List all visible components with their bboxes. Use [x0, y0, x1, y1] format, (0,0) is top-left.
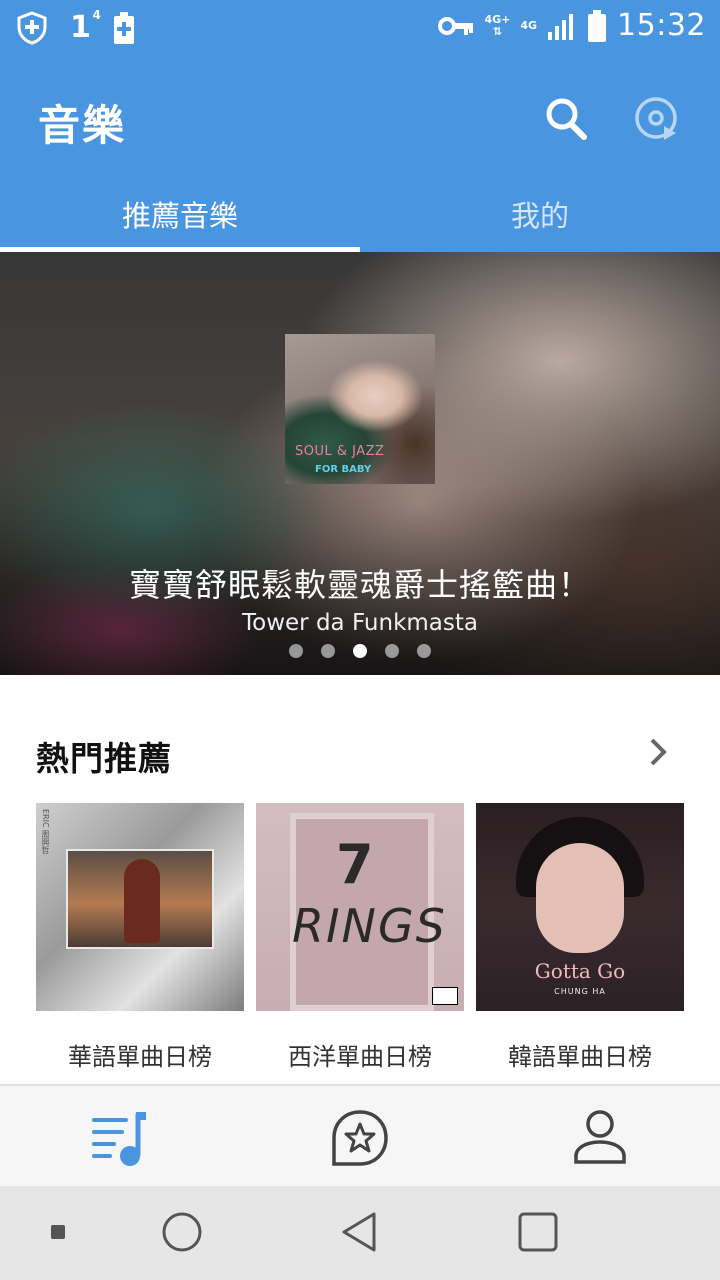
- playlist-label: 西洋單曲日榜: [288, 1043, 432, 1071]
- recents-square-icon: [518, 1212, 558, 1252]
- cover-text: CHUNG HA: [554, 987, 606, 996]
- network-4g-plus: 4G+ ⇅: [484, 12, 511, 38]
- carousel-dots: [0, 644, 720, 658]
- status-time: 15:32: [617, 8, 706, 43]
- carousel-dot[interactable]: [417, 644, 431, 658]
- user-icon: [574, 1110, 626, 1164]
- vpn-key-icon: [438, 16, 474, 35]
- app-bar: 音樂: [0, 56, 720, 184]
- playlist-label: 華語單曲日榜: [68, 1043, 212, 1071]
- signal-icon: [548, 13, 574, 40]
- system-recents-button[interactable]: [514, 1208, 562, 1256]
- square-dot-icon: [51, 1225, 65, 1239]
- banner-artist: Tower da Funkmasta: [242, 610, 478, 636]
- tab-recommended[interactable]: 推薦音樂: [0, 184, 360, 252]
- search-icon: [546, 98, 587, 140]
- system-menu-button[interactable]: [34, 1208, 82, 1256]
- page-title: 音樂: [38, 101, 127, 150]
- cover-side-text: ERIC 周興哲: [41, 809, 50, 855]
- cover-text: Gotta Go: [534, 959, 626, 983]
- status-bar: 14 4G+ ⇅ 4G 15:32: [0, 0, 720, 56]
- back-triangle-icon: [342, 1212, 376, 1252]
- carousel-dot[interactable]: [321, 644, 335, 658]
- carousel-dot-active[interactable]: [353, 644, 367, 658]
- battery-icon: [588, 9, 607, 42]
- home-circle-icon: [162, 1212, 202, 1252]
- banner-album-art[interactable]: SOUL & JAZZ FOR BABY: [285, 334, 435, 484]
- section-title: 熱門推薦: [36, 739, 172, 778]
- carousel-dot[interactable]: [385, 644, 399, 658]
- album-art-text: SOUL & JAZZ: [295, 444, 385, 459]
- carousel-dot[interactable]: [289, 644, 303, 658]
- playlist-label: 韓語單曲日榜: [508, 1043, 652, 1071]
- chevron-right-icon: [650, 738, 667, 766]
- playlist-card-chinese[interactable]: ERIC 周興哲 華語單曲日榜: [36, 803, 244, 1072]
- playlist-cover[interactable]: 7 RINGS: [256, 803, 464, 1011]
- section-more-button[interactable]: [640, 732, 676, 772]
- disc-play-icon: [635, 97, 677, 140]
- playlist-card-western[interactable]: 7 RINGS 西洋單曲日榜: [256, 803, 464, 1072]
- now-playing-button[interactable]: [630, 92, 686, 148]
- playlist-cover[interactable]: ERIC 周興哲: [36, 803, 244, 1011]
- status-right: 4G+ ⇅ 4G 15:32: [438, 8, 706, 43]
- playlist-cover[interactable]: Gotta Go CHUNG HA: [476, 803, 684, 1011]
- music-list-icon: [92, 1112, 146, 1166]
- cover-text: RINGS: [292, 899, 447, 953]
- status-left: 14: [16, 8, 135, 45]
- system-back-button[interactable]: [336, 1208, 384, 1256]
- parental-advisory-badge: [432, 987, 458, 1005]
- album-art-subtext: FOR BABY: [315, 464, 372, 475]
- nav-featured[interactable]: [328, 1106, 392, 1170]
- playlist-card-korean[interactable]: Gotta Go CHUNG HA 韓語單曲日榜: [476, 803, 684, 1072]
- cover-photo: [66, 849, 214, 949]
- notification-count: 14: [70, 8, 101, 45]
- search-button[interactable]: [538, 92, 594, 148]
- bottom-nav: [0, 1084, 720, 1186]
- cover-text: 7: [336, 833, 374, 896]
- cover-face: [536, 843, 624, 953]
- nav-music[interactable]: [90, 1106, 154, 1170]
- star-chat-icon: [332, 1110, 388, 1166]
- shield-plus-icon: [17, 10, 47, 45]
- system-home-button[interactable]: [158, 1208, 206, 1256]
- battery-plus-icon: [113, 11, 134, 44]
- banner-carousel[interactable]: SOUL & JAZZ FOR BABY 寶寶舒眠鬆軟靈魂爵士搖籃曲！ Towe…: [0, 252, 720, 675]
- network-4g: 4G: [520, 18, 538, 32]
- banner-title: 寶寶舒眠鬆軟靈魂爵士搖籃曲！: [128, 566, 591, 604]
- tab-mine[interactable]: 我的: [360, 184, 720, 252]
- tab-bar: 推薦音樂 我的: [0, 184, 720, 252]
- system-nav-bar: [0, 1186, 720, 1280]
- nav-profile[interactable]: [568, 1106, 632, 1170]
